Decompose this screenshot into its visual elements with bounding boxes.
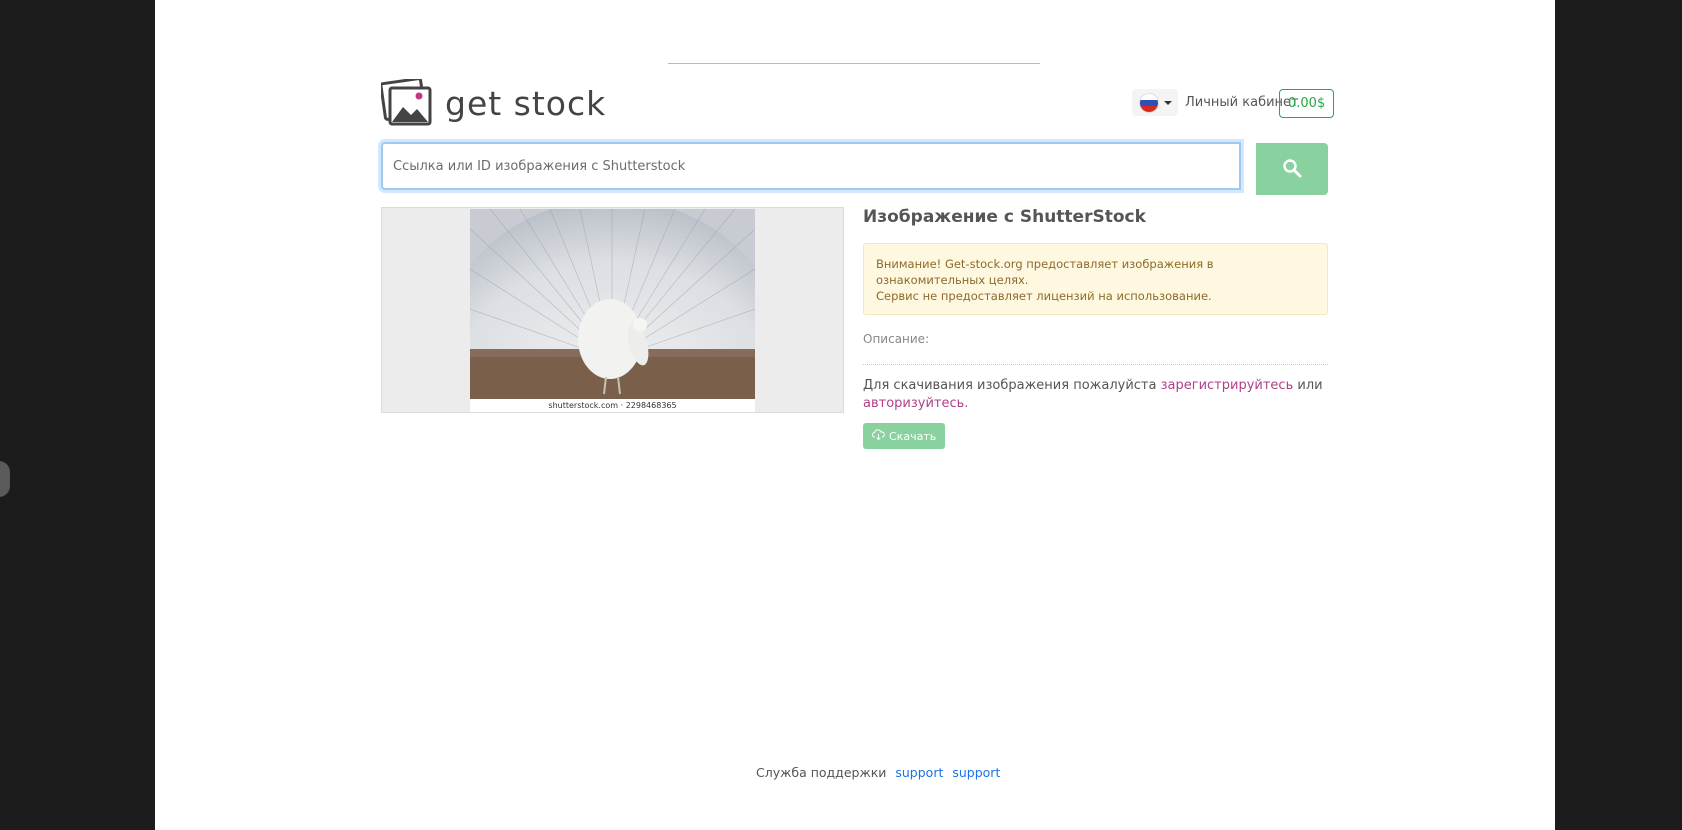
search-icon <box>1282 158 1302 181</box>
search-input[interactable] <box>381 142 1241 190</box>
language-dropdown[interactable] <box>1132 89 1178 116</box>
alert-line-2: Сервис не предоставляет лицензий на испо… <box>876 289 1212 303</box>
top-divider <box>668 63 1040 64</box>
image-title: Изображение с ShutterStock <box>863 207 1146 227</box>
image-preview-frame: shutterstock.com · 2298468365 <box>381 207 844 413</box>
notice-prefix: Для скачивания изображения пожалуйста <box>863 378 1157 393</box>
description-divider <box>863 364 1328 365</box>
logo-text: get stock <box>445 83 607 123</box>
register-link[interactable]: зарегистрируйтесь <box>1161 378 1294 393</box>
download-label: Скачать <box>889 429 937 443</box>
preview-image[interactable]: shutterstock.com · 2298468365 <box>470 209 755 412</box>
side-scroll-handle[interactable] <box>0 461 10 497</box>
login-link[interactable]: авторизуйтесь. <box>863 396 968 411</box>
site-logo[interactable]: get stock <box>381 79 606 127</box>
support-link-1[interactable]: support <box>895 765 943 780</box>
footer: Служба поддержки support support <box>756 765 1000 780</box>
download-button[interactable]: Скачать <box>863 423 946 449</box>
image-caption: shutterstock.com · 2298468365 <box>548 401 677 410</box>
page-container: get stock Личный кабинет 0.00$ Ссылка ил… <box>155 0 1555 830</box>
support-link-2[interactable]: support <box>952 765 1000 780</box>
balance-button[interactable]: 0.00$ <box>1279 89 1335 118</box>
download-notice: Для скачивания изображения пожалуйста за… <box>863 377 1328 413</box>
caret-down-icon <box>1163 100 1172 105</box>
support-label: Служба поддержки <box>756 765 887 780</box>
description-label: Описание: <box>863 332 930 346</box>
notice-or: или <box>1297 378 1323 393</box>
ru-flag-icon <box>1138 92 1159 113</box>
alert-line-1: Внимание! Get-stock.org предоставляет из… <box>876 257 1214 287</box>
warning-alert: Внимание! Get-stock.org предоставляет из… <box>863 243 1328 315</box>
cloud-download-icon <box>871 429 885 443</box>
image-stack-icon <box>381 79 433 127</box>
search-button[interactable] <box>1256 143 1328 195</box>
